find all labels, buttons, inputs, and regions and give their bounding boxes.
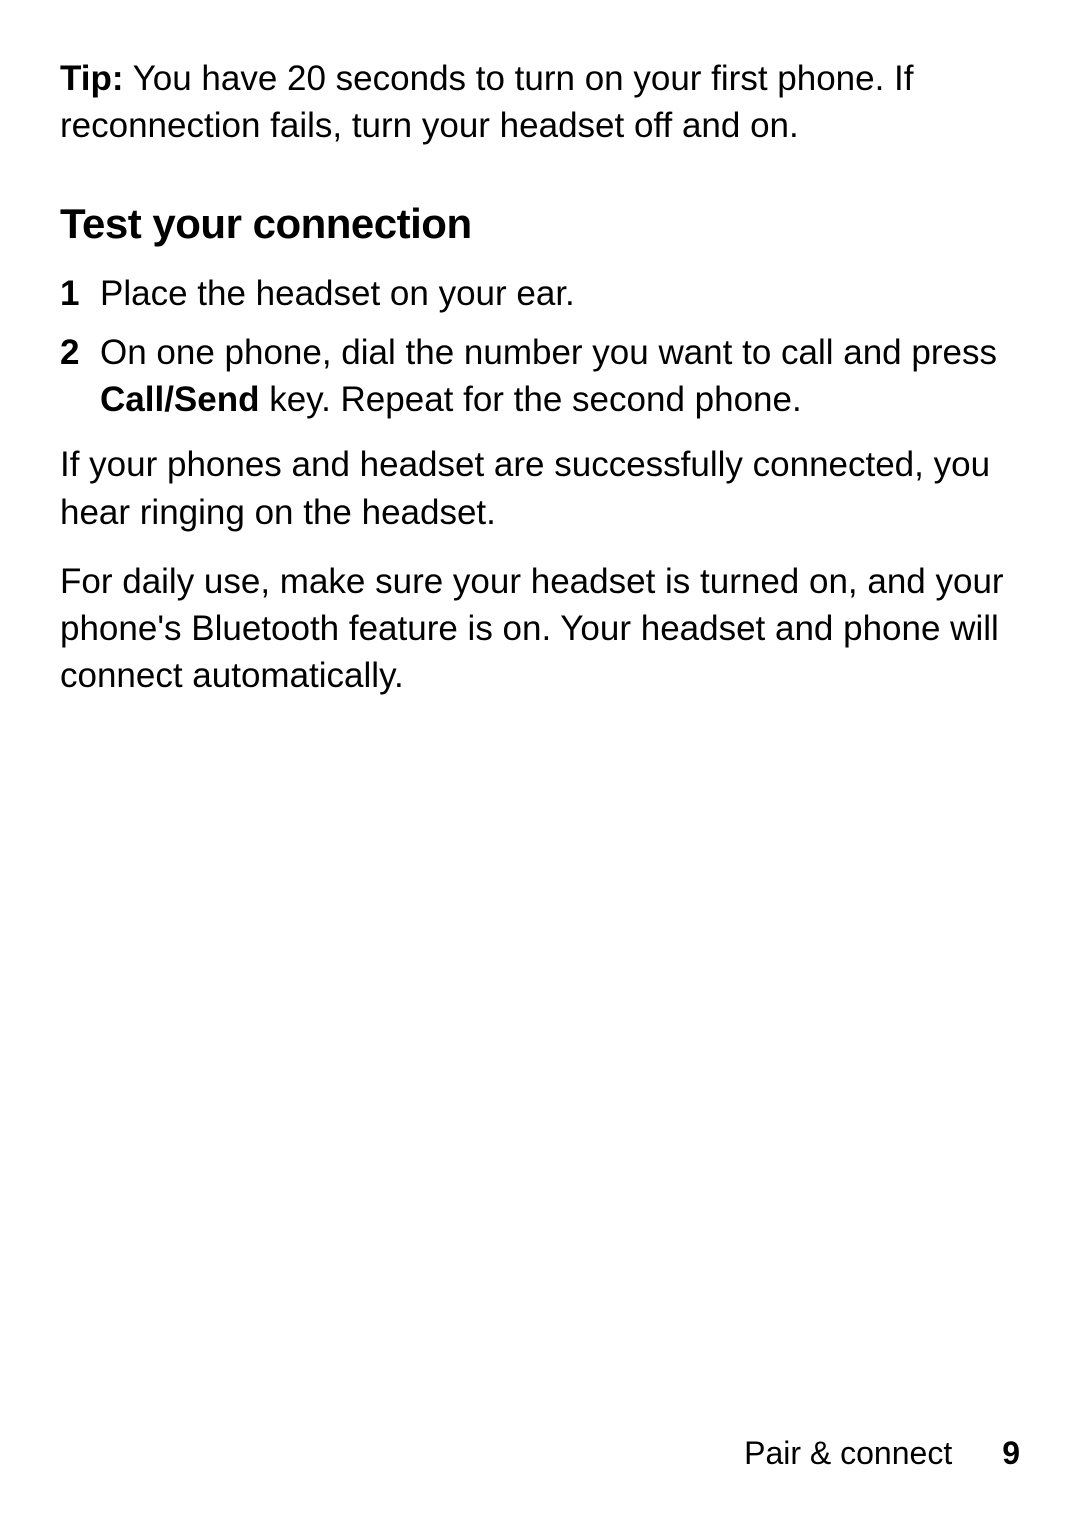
list-content: Place the headset on your ear. — [100, 270, 1020, 317]
list-number: 1 — [60, 270, 100, 317]
body-paragraph: For daily use, make sure your headset is… — [60, 558, 1020, 700]
list-item: 2 On one phone, dial the number you want… — [60, 329, 1020, 424]
footer-page-number: 9 — [1002, 1435, 1020, 1472]
step-text-before: On one phone, dial the number you want t… — [100, 333, 997, 372]
steps-list: 1 Place the headset on your ear. 2 On on… — [60, 270, 1020, 424]
list-item: 1 Place the headset on your ear. — [60, 270, 1020, 317]
section-heading: Test your connection — [60, 200, 1020, 248]
list-content: On one phone, dial the number you want t… — [100, 329, 1020, 424]
body-paragraph: If your phones and headset are successfu… — [60, 441, 1020, 536]
step-bold: Call/Send — [100, 380, 259, 419]
page-footer: Pair & connect 9 — [744, 1435, 1020, 1472]
step-text-after: key. Repeat for the second phone. — [259, 380, 801, 419]
list-number: 2 — [60, 329, 100, 424]
footer-section-label: Pair & connect — [744, 1435, 952, 1472]
tip-label: Tip: — [60, 59, 124, 98]
tip-paragraph: Tip: You have 20 seconds to turn on your… — [60, 55, 1020, 150]
tip-text: You have 20 seconds to turn on your firs… — [60, 59, 914, 145]
